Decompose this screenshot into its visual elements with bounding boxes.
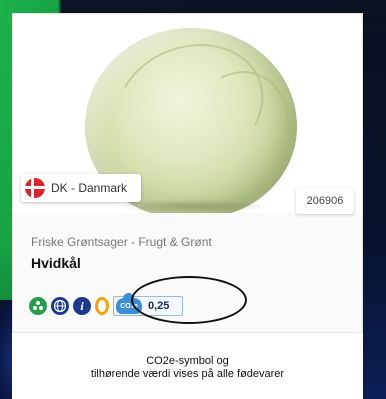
product-name: Hvidkål	[31, 255, 81, 271]
recycle-icon[interactable]	[29, 297, 47, 315]
country-origin-badge: DK - Danmark	[21, 174, 141, 202]
flag-denmark-icon	[25, 178, 45, 198]
product-category: Friske Grøntsager - Frugt & Grønt	[31, 235, 212, 249]
ring-icon[interactable]	[95, 297, 109, 315]
caption-panel: CO2e-symbol og tilhørende værdi vises på…	[12, 333, 363, 399]
product-code-badge: 206906	[296, 188, 354, 214]
co2-highlight-oval	[131, 276, 247, 324]
globe-icon[interactable]	[51, 297, 69, 315]
caption-line-2: tilhørende værdi vises på alle fødevarer	[90, 368, 285, 380]
country-label: DK - Danmark	[51, 181, 128, 195]
product-card[interactable]: DK - Danmark 206906 Friske Grøntsager - …	[12, 13, 363, 333]
globe-glyph	[53, 299, 67, 313]
caption-line-1: CO2e-symbol og	[146, 355, 229, 367]
info-icon[interactable]: i	[73, 297, 91, 315]
background-top-strip	[0, 0, 386, 14]
caption-text: CO2e-symbol og tilhørende værdi vises på…	[12, 355, 363, 381]
background-right-panel	[360, 0, 386, 399]
recycle-glyph	[33, 301, 43, 310]
